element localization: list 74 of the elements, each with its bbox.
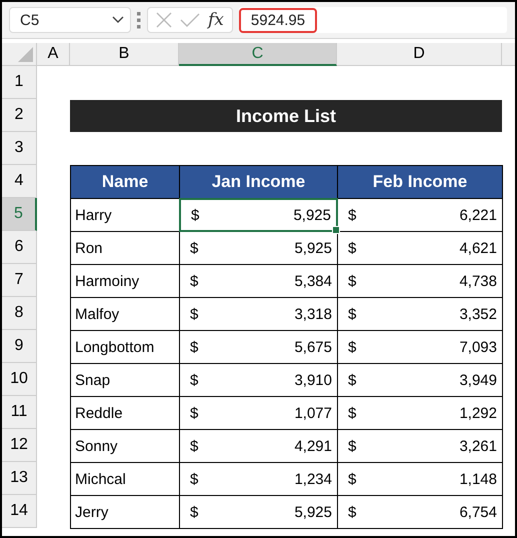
row-header[interactable]: 8	[2, 297, 37, 330]
fill-handle[interactable]	[332, 226, 340, 234]
amount: 4,621	[459, 240, 497, 256]
currency-symbol: $	[348, 438, 356, 454]
amount: 3,910	[294, 372, 332, 388]
currency-symbol: $	[190, 338, 198, 356]
amount: 6,754	[459, 504, 497, 520]
column-header[interactable]: D	[337, 43, 502, 66]
cancel-icon	[156, 12, 172, 28]
amount: 6,221	[459, 206, 497, 224]
currency-symbol: $	[190, 438, 198, 454]
amount: 5,925	[293, 206, 331, 224]
column-header[interactable]: B	[70, 43, 179, 66]
amount: 1,148	[459, 470, 497, 488]
amount: 3,949	[459, 372, 497, 388]
amount: 1,292	[459, 404, 497, 422]
amount: 7,093	[459, 338, 497, 356]
currency-symbol: $	[348, 404, 356, 422]
currency-symbol: $	[190, 306, 198, 322]
row-header[interactable]: 10	[2, 363, 37, 396]
chevron-down-icon	[112, 16, 124, 24]
currency-symbol: $	[348, 372, 356, 388]
currency-symbol: $	[348, 470, 356, 488]
insert-function-button[interactable]: fx	[208, 10, 224, 30]
currency-symbol: $	[348, 338, 356, 356]
currency-symbol: $	[190, 404, 198, 422]
row-header[interactable]: 14	[2, 495, 37, 528]
amount: 3,318	[294, 306, 332, 322]
column-header[interactable]: C	[179, 43, 337, 66]
currency-symbol: $	[348, 206, 356, 224]
select-all-icon	[18, 47, 33, 62]
formula-input[interactable]: 5924.95	[238, 8, 318, 32]
row-header[interactable]: 1	[2, 66, 37, 99]
currency-symbol: $	[348, 240, 356, 256]
row-header[interactable]: 9	[2, 330, 37, 363]
column-heading: Feb Income	[337, 165, 503, 199]
row-header[interactable]: 11	[2, 396, 37, 429]
row-header[interactable]: 5	[2, 198, 37, 231]
amount: 3,261	[459, 438, 497, 454]
amount: 5,925	[294, 240, 332, 256]
table-title: Income List	[70, 100, 502, 132]
currency-symbol: $	[191, 206, 200, 224]
amount: 3,352	[459, 306, 497, 322]
enter-check-icon	[180, 13, 200, 27]
row-header[interactable]: 2	[2, 99, 37, 132]
currency-symbol: $	[348, 306, 356, 322]
header-background	[502, 43, 515, 66]
row-header[interactable]: 3	[2, 132, 37, 165]
currency-symbol: $	[190, 372, 198, 388]
amount: 1,234	[294, 470, 332, 488]
more-options-icon	[137, 11, 141, 29]
column-header[interactable]: A	[37, 43, 70, 66]
row-header[interactable]: 7	[2, 264, 37, 297]
currency-symbol: $	[190, 272, 198, 290]
currency-symbol: $	[190, 504, 198, 520]
row-header[interactable]: 12	[2, 429, 37, 462]
column-heading: Name	[70, 165, 180, 199]
row-header[interactable]: 13	[2, 462, 37, 495]
currency-symbol: $	[348, 272, 356, 290]
row-header[interactable]: 6	[2, 231, 37, 264]
name-box[interactable]: C5	[9, 7, 131, 33]
row-header[interactable]: 4	[2, 165, 37, 198]
amount: 4,738	[459, 272, 497, 290]
amount: 5,675	[294, 338, 332, 356]
currency-symbol: $	[190, 470, 198, 488]
amount: 1,077	[294, 404, 332, 422]
amount: 4,291	[294, 438, 332, 454]
currency-symbol: $	[190, 240, 198, 256]
table-cell: Jerry	[70, 495, 180, 529]
amount: 5,384	[294, 272, 332, 290]
currency-symbol: $	[348, 504, 356, 520]
column-heading: Jan Income	[179, 165, 338, 199]
active-cell[interactable]: $ 5,925	[179, 198, 338, 232]
amount: 5,925	[294, 504, 332, 520]
